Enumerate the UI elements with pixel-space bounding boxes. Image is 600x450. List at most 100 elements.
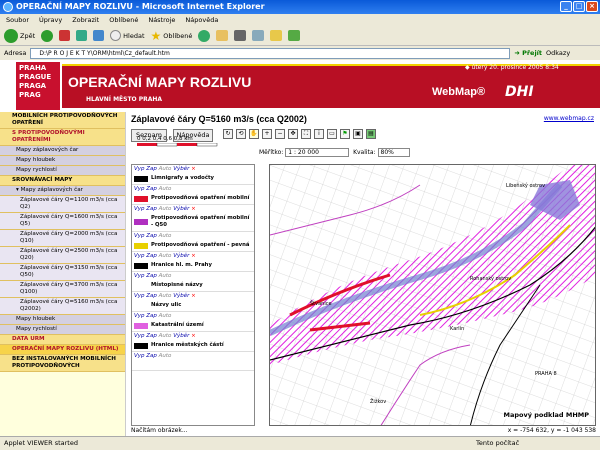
pan-hand-icon[interactable]: ✋ bbox=[249, 129, 259, 139]
address-input[interactable]: D:\P R O J E K T Y\ORM\html\Cz_default.h… bbox=[30, 47, 511, 59]
toolbar: Zpět Hledat ★ Oblíbené bbox=[0, 26, 600, 46]
legend-swatch bbox=[134, 282, 148, 289]
legend-toggle[interactable]: Vyp Zap Auto bbox=[132, 272, 254, 281]
back-map-icon[interactable]: ⟲ bbox=[236, 129, 246, 139]
menu-item-2[interactable]: Zobrazit bbox=[72, 14, 99, 26]
print-map-icon[interactable]: ▤ bbox=[366, 129, 376, 139]
legend-swatch bbox=[134, 342, 148, 349]
web-page: PRAHA PRAGUE PRAGA PRAG OPERAČNÍ MAPY ROZLI… bbox=[0, 60, 600, 436]
legend-toggle[interactable]: Vyp Zap Auto bbox=[132, 232, 254, 241]
sidebar-item[interactable]: Záplavové čáry Q=1600 m3/s (cca Q5) bbox=[0, 213, 125, 230]
zoom-out-icon[interactable]: − bbox=[275, 129, 285, 139]
sidebar-item[interactable]: Mapy hloubek bbox=[0, 156, 125, 166]
sidebar-item[interactable]: DATA URM bbox=[0, 335, 125, 345]
menu-item-0[interactable]: Soubor bbox=[6, 14, 29, 26]
media-icon[interactable] bbox=[198, 29, 211, 42]
legend-item: Názvy ulic bbox=[132, 301, 254, 312]
search-button[interactable]: Hledat bbox=[110, 30, 145, 41]
legend-toggle[interactable]: Vyp Zap Auto bbox=[132, 312, 254, 321]
legend-swatch bbox=[134, 362, 148, 368]
flag-icon[interactable]: ⚑ bbox=[340, 129, 350, 139]
sidebar-item[interactable]: Záplavové čáry Q=2500 m3/s (cca Q20) bbox=[0, 247, 125, 264]
meritko-control: Měřítko: 1 : 20 000 Kvalita: 80% bbox=[259, 148, 410, 157]
refresh-map-icon[interactable]: ↻ bbox=[223, 129, 233, 139]
legend-item: Protipovodňová opatření mobilní - Q50 bbox=[132, 214, 254, 232]
forward-icon[interactable] bbox=[41, 29, 54, 42]
map-tools: ↻ ⟲ ✋ + − ✥ ⛶ i ▭ ⚑ ▣ ▤ bbox=[223, 129, 376, 139]
legend-toggle[interactable]: Vyp Zap Auto bbox=[132, 185, 254, 194]
info-icon[interactable]: i bbox=[314, 129, 324, 139]
sidebar-item[interactable]: Mapy rychlostí bbox=[0, 166, 125, 176]
legend-item: Protipovodňová opatření - pevná bbox=[132, 241, 254, 252]
banner: PRAHA PRAGUE PRAGA PRAG OPERAČNÍ MAPY ROZLI… bbox=[0, 60, 600, 112]
home-icon[interactable] bbox=[93, 30, 105, 41]
messenger-icon[interactable] bbox=[288, 30, 301, 41]
search-icon bbox=[110, 30, 122, 41]
sidebar-item[interactable]: SROVNÁVACÍ MAPY bbox=[0, 176, 125, 186]
close-button[interactable]: × bbox=[586, 1, 598, 12]
window-controls: _ □ × bbox=[560, 1, 598, 12]
sidebar-item[interactable]: MOBILNÍCH PROTIPOVODŇOVÝCH OPATŘENÍ bbox=[0, 112, 125, 129]
sidebar-item[interactable]: Mapy rychlostí bbox=[0, 325, 125, 335]
stop-icon[interactable] bbox=[59, 30, 71, 41]
edit-icon[interactable] bbox=[252, 30, 265, 41]
mail-icon[interactable] bbox=[216, 30, 229, 41]
legend-swatch bbox=[134, 242, 148, 249]
full-extent-icon[interactable]: ⛶ bbox=[301, 129, 311, 139]
sidebar-item[interactable]: Záplavové čáry Q=1100 m3/s (cca Q2) bbox=[0, 196, 125, 213]
zoom-in-icon[interactable]: + bbox=[262, 129, 272, 139]
menu-item-3[interactable]: Oblíbené bbox=[109, 14, 138, 26]
svg-text:PRAHA 8: PRAHA 8 bbox=[535, 371, 557, 377]
sidebar-item[interactable]: S PROTIPOVODŇOVÝMI OPATŘENÍMI bbox=[0, 129, 125, 146]
folder-icon[interactable] bbox=[270, 30, 283, 41]
svg-text:Štvanice: Štvanice bbox=[310, 300, 332, 307]
praha-logo-line: PRAGUE bbox=[19, 73, 52, 81]
move-icon[interactable]: ✥ bbox=[288, 129, 298, 139]
sidebar-item[interactable]: Mapy záplavových čar bbox=[0, 146, 125, 156]
main-panel: Záplavové čáry Q=5160 m3/s (cca Q2002) w… bbox=[127, 112, 600, 436]
legend-swatch bbox=[134, 219, 148, 225]
flood-map[interactable]: Libeňský ostrov Rohanský ostrov Štvanice… bbox=[269, 164, 596, 426]
refresh-icon[interactable] bbox=[76, 30, 88, 41]
svg-text:Libeňský ostrov: Libeňský ostrov bbox=[506, 182, 545, 189]
back-button[interactable]: Zpět bbox=[4, 28, 35, 43]
webmap-link[interactable]: www.webmap.cz bbox=[544, 115, 594, 122]
legend-toggle[interactable]: Vyp Zap Auto bbox=[132, 352, 254, 361]
sidebar-item[interactable]: Záplavové čáry Q=2000 m3/s (cca Q10) bbox=[0, 230, 125, 247]
legend-toggle[interactable]: Vyp Zap Auto Výběr × bbox=[132, 332, 254, 341]
sidebar-item[interactable]: Záplavové čáry Q=5160 m3/s (cca Q2002) bbox=[0, 298, 125, 315]
print-icon[interactable] bbox=[234, 30, 247, 41]
sidebar-item[interactable]: ▾ Mapy záplavových čar bbox=[0, 186, 125, 196]
webmap-logo: WebMap® bbox=[432, 86, 486, 98]
legend-toggle[interactable]: Vyp Zap Auto Výběr × bbox=[132, 252, 254, 261]
save-icon[interactable]: ▣ bbox=[353, 129, 363, 139]
sidebar-menu: MOBILNÍCH PROTIPOVODŇOVÝCH OPATŘENÍ S PRO… bbox=[0, 112, 126, 436]
go-button[interactable]: ➜ Přejít bbox=[514, 49, 542, 57]
map-caption: Mapový podklad MHMP bbox=[503, 411, 589, 419]
maximize-button[interactable]: □ bbox=[573, 1, 585, 12]
legend-toggle[interactable]: Vyp Zap Auto Výběr × bbox=[132, 165, 254, 174]
praha-logo-line: PRAG bbox=[19, 91, 41, 99]
svg-text:Žižkov: Žižkov bbox=[370, 397, 386, 405]
meritko-select[interactable]: 1 : 20 000 bbox=[285, 148, 350, 157]
sidebar-item[interactable]: Záplavové čáry Q=3150 m3/s (cca Q50) bbox=[0, 264, 125, 281]
coordinates: x = -754 632, y = -1 043 538 bbox=[507, 427, 596, 434]
legend-toggle[interactable]: Vyp Zap Auto Výběr × bbox=[132, 205, 254, 214]
legend-item: Hranice městských částí bbox=[132, 341, 254, 352]
favorites-button[interactable]: ★ Oblíbené bbox=[151, 29, 193, 43]
banner-date: ◆ úterý 20. prosince 2005 8:34 bbox=[465, 64, 559, 71]
measure-icon[interactable]: ▭ bbox=[327, 129, 337, 139]
banner-subtitle: HLAVNÍ MĚSTO PRAHA bbox=[86, 96, 163, 103]
sidebar-item[interactable]: Mapy hloubek bbox=[0, 315, 125, 325]
menu-item-5[interactable]: Nápověda bbox=[185, 14, 218, 26]
sidebar-item[interactable]: BEZ INSTALOVANÝCH MOBILNÍCH PROTIPOVODŇO… bbox=[0, 355, 125, 372]
legend-item: Hranice hl. m. Prahy bbox=[132, 261, 254, 272]
links-button[interactable]: Odkazy bbox=[546, 49, 570, 57]
menu-item-4[interactable]: Nástroje bbox=[148, 14, 175, 26]
legend-toggle[interactable]: Vyp Zap Auto Výběr × bbox=[132, 292, 254, 301]
kvalita-select[interactable]: 80% bbox=[377, 148, 410, 157]
minimize-button[interactable]: _ bbox=[560, 1, 572, 12]
sidebar-item[interactable]: OPERAČNÍ MAPY ROZLIVU (HTML) bbox=[0, 345, 125, 355]
menu-item-1[interactable]: Úpravy bbox=[39, 14, 62, 26]
sidebar-item[interactable]: Záplavové čáry Q=3700 m3/s (cca Q100) bbox=[0, 281, 125, 298]
